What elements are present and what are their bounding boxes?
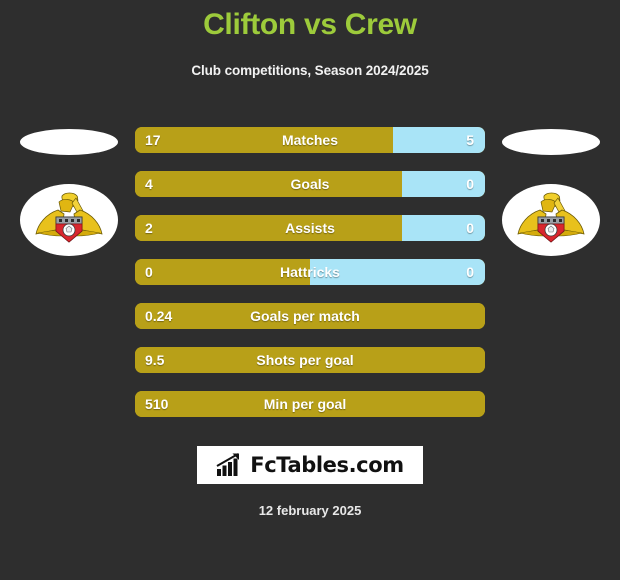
bar-chart-arrow-icon <box>216 453 240 476</box>
infographic-canvas: Clifton vs Crew Club competitions, Seaso… <box>0 0 620 580</box>
stat-row-goals-per-match: 0.24 Goals per match <box>135 303 485 329</box>
fctables-logo[interactable]: FcTables.com <box>197 446 423 484</box>
logo-text: FcTables.com <box>250 453 404 477</box>
doncaster-rovers-crest-icon <box>35 192 103 243</box>
stat-row-hattricks: 0 Hattricks 0 <box>135 259 485 285</box>
away-value: 0 <box>466 176 474 192</box>
stat-label: Goals per match <box>250 308 360 324</box>
stat-label: Hattricks <box>280 264 340 280</box>
page-subtitle: Club competitions, Season 2024/2025 <box>191 63 429 78</box>
right-team-crest <box>502 184 600 256</box>
home-value: 9.5 <box>145 352 165 368</box>
stat-row-matches: 17 Matches 5 <box>135 127 485 153</box>
away-value: 0 <box>466 264 474 280</box>
stat-label: Assists <box>285 220 335 236</box>
left-blank-ellipse <box>20 129 118 155</box>
left-team-crest <box>20 184 118 256</box>
page-title: Clifton vs Crew <box>203 8 417 41</box>
stat-row-assists: 2 Assists 0 <box>135 215 485 241</box>
away-value: 5 <box>466 132 474 148</box>
stat-label: Goals <box>290 176 330 192</box>
home-value: 510 <box>145 396 169 412</box>
home-value: 0.24 <box>145 308 173 324</box>
date-label: 12 february 2025 <box>258 503 362 518</box>
away-value: 0 <box>466 220 474 236</box>
stat-bars: 17 Matches 5 4 Goals 0 2 Assists 0 0 Hat… <box>135 127 485 435</box>
right-blank-ellipse <box>502 129 600 155</box>
stat-label: Min per goal <box>263 396 347 412</box>
stat-row-goals: 4 Goals 0 <box>135 171 485 197</box>
stat-label: Matches <box>281 132 339 148</box>
stat-row-shots-per-goal: 9.5 Shots per goal <box>135 347 485 373</box>
stat-label: Shots per goal <box>256 352 354 368</box>
stat-row-min-per-goal: 510 Min per goal <box>135 391 485 417</box>
doncaster-rovers-crest-icon <box>517 192 585 243</box>
